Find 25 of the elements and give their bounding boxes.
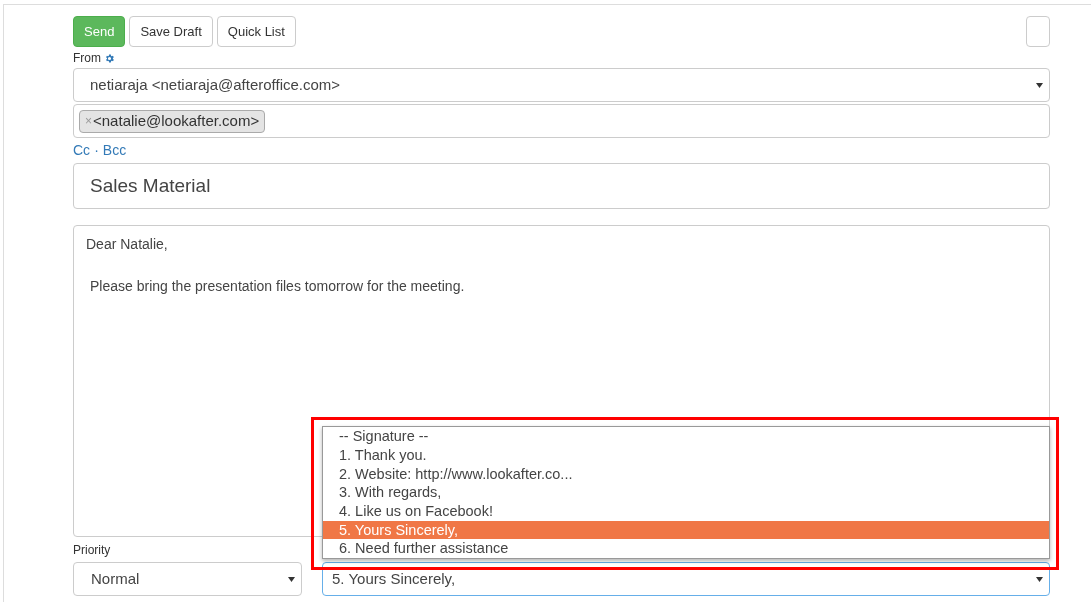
signature-option[interactable]: 3. With regards, [323, 483, 1049, 502]
toolbar-button[interactable]: Save Draft [129, 16, 213, 47]
toolbar-button[interactable]: Quick List [216, 16, 296, 47]
bcc-link[interactable]: Bcc [102, 139, 127, 161]
subject-field[interactable]: Sales Material [73, 163, 1050, 209]
from-label: From [73, 50, 101, 67]
caret-icon [288, 576, 295, 582]
to-field[interactable]: ×<natalie@lookafter.com> [73, 104, 1050, 138]
priority-select[interactable]: Normal [73, 562, 302, 596]
caret-icon [1036, 82, 1043, 88]
body-text: Please bring the presentation files tomorrow for the meeting. [89, 277, 466, 296]
signature-option[interactable]: 1. Thank you. [323, 445, 1049, 465]
signature-option[interactable]: 4. Like us on Facebook! [323, 501, 1049, 521]
caret-icon [1036, 576, 1043, 582]
from-select[interactable]: netiaraja <netiaraja@afteroffice.com> [73, 68, 1050, 102]
recipient-tag: ×<natalie@lookafter.com> [79, 109, 266, 133]
greeting-text: Dear Natalie, [86, 235, 169, 254]
signature-option[interactable]: 2. Website: http://www.lookafter.co... [323, 464, 1049, 484]
priority-label: Priority [73, 542, 112, 558]
separator-dot: · [94, 140, 99, 160]
settings-icon[interactable] [104, 52, 115, 64]
signature-option[interactable]: -- Signature -- [323, 427, 1049, 446]
signature-option[interactable]: 6. Need further assistance [323, 539, 1049, 558]
cc-link[interactable]: Cc [73, 139, 91, 161]
signature-select[interactable]: 5. Yours Sincerely, [322, 562, 1050, 596]
